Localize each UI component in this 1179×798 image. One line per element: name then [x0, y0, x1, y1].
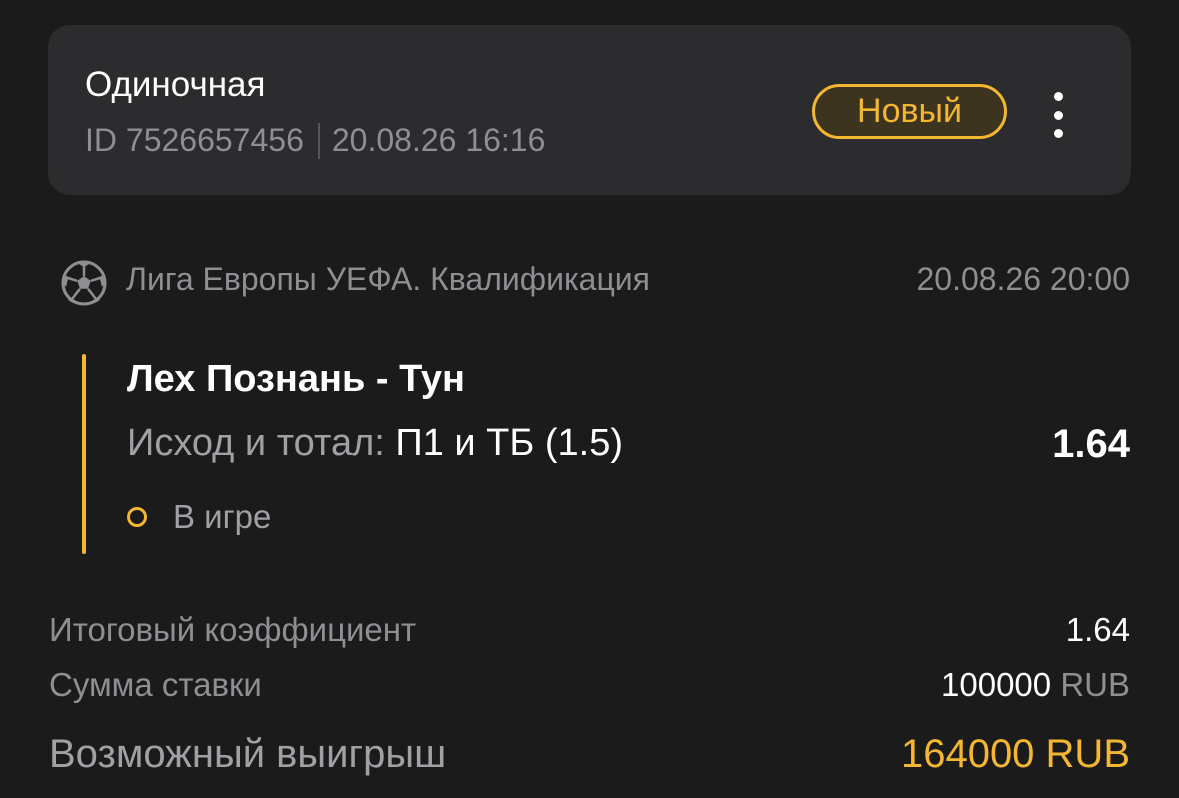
bet-datetime: 20.08.26 16:16	[331, 122, 546, 158]
total-odds-row: Итоговый коэффициент 1.64	[49, 611, 1130, 649]
bet-id: ID 7526657456	[85, 122, 304, 158]
more-options-button[interactable]	[1038, 92, 1078, 138]
stake-row: Сумма ставки 100000 RUB	[49, 666, 1130, 704]
stake-amount: 100000	[941, 666, 1052, 703]
bet-meta: ID 7526657456 20.08.26 16:16	[85, 122, 545, 159]
market: Исход и тотал: П1 и ТБ (1.5)	[127, 422, 623, 465]
soccer-ball-icon	[61, 260, 107, 306]
stake-label: Сумма ставки	[49, 666, 262, 703]
event-teams: Лех Познань - Тун	[127, 358, 465, 400]
meta-divider	[317, 122, 320, 159]
more-vertical-icon-dot	[1053, 129, 1063, 138]
league-row: Лига Европы УЕФА. Квалификация 20.08.26 …	[60, 257, 1130, 306]
selection-odds: 1.64	[1052, 422, 1130, 466]
status-circle-icon	[127, 507, 147, 527]
payout-value: 164000 RUB	[900, 732, 1130, 776]
bet-details-screen: Одиночная ID 7526657456 20.08.26 16:16 Н…	[0, 0, 1179, 798]
payout-row: Возможный выигрыш 164000 RUB	[49, 732, 1130, 777]
more-vertical-icon-dot	[1053, 110, 1063, 120]
stake-currency: RUB	[1060, 666, 1130, 703]
status-badge: Новый	[812, 84, 1007, 139]
total-odds-value: 1.64	[1065, 611, 1130, 648]
payout-label: Возможный выигрыш	[49, 732, 447, 776]
status-indicator-bar	[82, 354, 86, 554]
event-selection[interactable]: Лех Познань - Тун Исход и тотал: П1 и ТБ…	[82, 354, 1130, 554]
bet-type-title: Одиночная	[85, 65, 266, 104]
event-start-time: 20.08.26 20:00	[916, 261, 1130, 297]
event-status: В игре	[127, 498, 271, 536]
market-selection: П1 и ТБ (1.5)	[395, 422, 624, 464]
more-vertical-icon	[1053, 92, 1063, 101]
event-status-label: В игре	[173, 498, 272, 535]
market-label: Исход и тотал:	[127, 422, 385, 464]
stake-value: 100000 RUB	[941, 666, 1130, 704]
league-name: Лига Европы УЕФА. Квалификация	[126, 261, 650, 297]
bet-header-card: Одиночная ID 7526657456 20.08.26 16:16 Н…	[48, 25, 1131, 195]
total-odds-label: Итоговый коэффициент	[49, 611, 417, 648]
